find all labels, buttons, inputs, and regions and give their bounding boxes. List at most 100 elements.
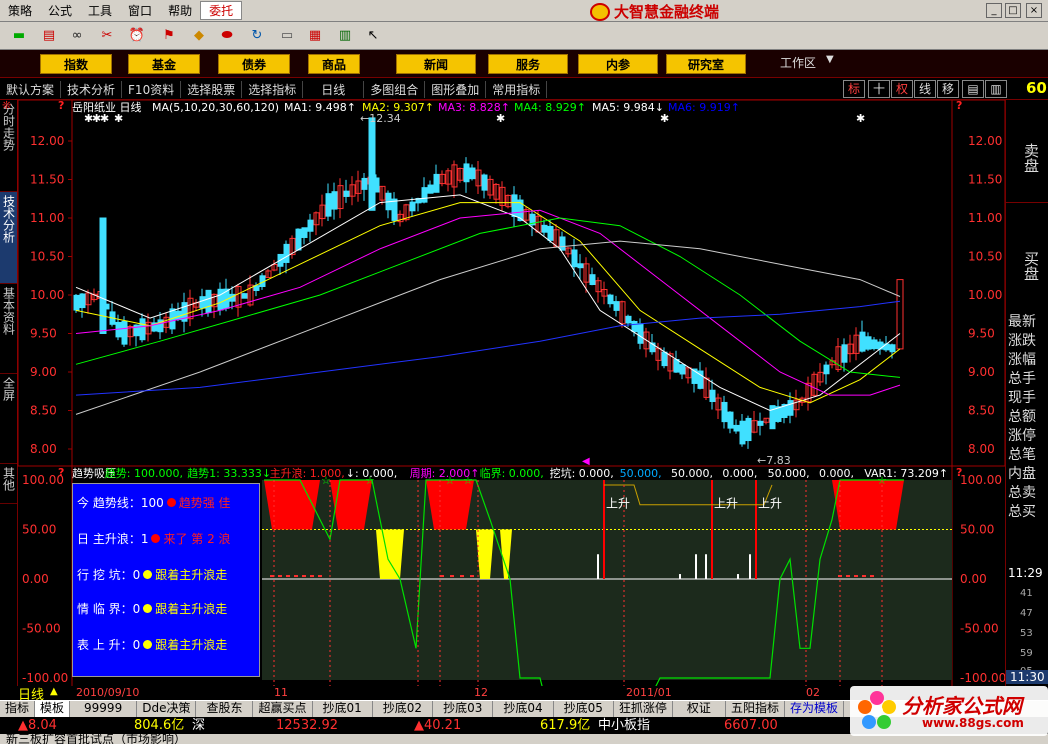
sync-icon[interactable]: ↻ [246,26,268,46]
diamond-icon[interactable]: ◆ [188,26,210,46]
watermark-title: 分析家公式网 [902,694,1022,718]
indicator-help-icon[interactable]: ? [58,466,64,479]
nav-service[interactable]: 服务 [488,54,568,74]
period-triangle-icon[interactable]: ▲ [50,686,58,697]
status-dot-icon [143,640,153,649]
tab-template[interactable]: 模板 [35,701,71,717]
menu-tools[interactable]: 工具 [80,2,120,19]
candle-body [409,201,416,212]
notepad-icon[interactable]: ▭ [276,26,298,46]
flag-up-icon[interactable]: ⚑ [158,26,180,46]
workzone-dropdown-icon[interactable]: ▼ [826,54,834,65]
tab-bottom05[interactable]: 抄底05 [554,701,614,717]
tab-99999[interactable]: 99999 [70,701,138,717]
option-select-stock[interactable]: 选择股票 [181,80,243,98]
menu-entrust[interactable]: 委托 [200,1,243,20]
panel-toggle-icon[interactable]: ▥ [985,80,1007,98]
tab-warrant[interactable]: 权证 [673,701,726,717]
help-question-icon[interactable]: ? [58,100,64,112]
option-period[interactable]: 日线 [303,80,365,98]
right-quote-panel: 卖盘 买盘 最新 涨跌 涨幅 总手 现手 总额 涨停 总笔 内盘 总卖 总买 1… [1005,100,1048,686]
tab-bottom04[interactable]: 抄底04 [493,701,554,717]
buy-book-label[interactable]: 买盘 [1012,226,1042,306]
tab-bottom03[interactable]: 抄底03 [433,701,494,717]
tag-rights[interactable]: 权 [891,80,913,98]
tag-cross[interactable]: 十 [868,80,890,98]
tab-buy-point[interactable]: 超赢买点 [253,701,313,717]
menu-window[interactable]: 窗口 [120,2,160,19]
candle-body [727,411,734,429]
options-bar: 默认方案 技术分析 F10资料 选择股票 选择指标 日线 多图组合 图形叠加 常… [0,79,1048,100]
price-tick: 8.00 [30,442,57,456]
candle-body [625,315,632,324]
nav-bar: 指数 基金 债券 商品 新闻 服务 内参 研究室 工作区 ▼ [0,50,1048,78]
price-tick: 10.00 [968,288,1002,302]
indicator-info-panel: 今 趋势线：100 趋势强 佳 日 主升浪：1 来了 第 2 浪 行 挖 坑：0 跟着… [72,483,260,677]
tab-shareholder[interactable]: 查股东 [196,701,254,717]
minimize-button[interactable]: _ [986,3,1002,18]
quote-inner: 内盘 [1008,466,1036,482]
quote-sme-name[interactable]: 中小板指 [598,717,650,734]
tab-indicator[interactable]: 指标 [0,701,36,717]
tick-bar [318,575,322,578]
price-tick: 9.00 [30,365,57,379]
candle-body [331,191,338,210]
quote-sh-change: ▲8.04 [18,718,57,733]
nav-commodity[interactable]: 商品 [308,54,360,74]
option-common-indicator[interactable]: 常用指标 [486,80,548,98]
help-question-right-icon[interactable]: ? [956,100,962,112]
binoculars-icon[interactable]: ∞ [66,26,88,46]
tag-mark[interactable]: 标 [843,80,865,98]
nav-fund[interactable]: 基金 [128,54,200,74]
option-select-indicator[interactable]: 选择指标 [242,80,304,98]
tab-save-template[interactable]: 存为模板 [785,701,844,717]
tab-five-yang[interactable]: 五阳指标 [726,701,785,717]
book-icon[interactable]: ▤ [38,26,60,46]
indicator-help-right-icon[interactable]: ? [956,466,962,479]
workzone-label[interactable]: 工作区 [780,54,816,71]
price-tick: 11.50 [30,173,64,187]
tools-icon[interactable]: ✂ [96,26,118,46]
tab-dde[interactable]: Dde决策 [137,701,197,717]
option-default-scheme[interactable]: 默认方案 [0,80,62,98]
calendar-icon[interactable]: ▦ [304,26,326,46]
maximize-button[interactable]: □ [1005,3,1021,18]
layout-icon[interactable]: ▤ [962,80,984,98]
nav-index[interactable]: 指数 [40,54,112,74]
menu-help[interactable]: 帮助 [160,2,200,19]
info-status-wave: 来了 第 2 浪 [163,532,231,546]
tab-bottom02[interactable]: 抄底02 [373,701,434,717]
price-tick: 10.50 [30,250,64,264]
tag-line[interactable]: 线 [914,80,936,98]
candle-body [841,344,848,363]
nav-news[interactable]: 新闻 [396,54,476,74]
flag-icon[interactable]: ▬ [8,26,30,46]
tab-bottom01[interactable]: 抄底01 [313,701,373,717]
date-label: 02 [806,686,820,699]
nav-research[interactable]: 研究室 [666,54,746,74]
option-f10[interactable]: F10资料 [122,80,182,98]
candle-body [787,400,794,416]
candle-body [709,389,716,403]
alarm-icon[interactable]: ⏰ [126,26,148,46]
tag-move[interactable]: 移 [937,80,959,98]
sell-book-label[interactable]: 卖盘 [1012,118,1042,198]
candle-body [889,344,896,353]
close-button[interactable]: × [1026,3,1042,18]
tick-bar [450,575,454,578]
option-multi-chart[interactable]: 多图组合 [364,80,426,98]
option-overlay[interactable]: 图形叠加 [425,80,487,98]
quote-sz-name[interactable]: 深 [192,717,205,734]
rise-label: 上升 [606,497,630,511]
books-icon[interactable]: ▥ [334,26,356,46]
pill-icon[interactable]: ⬬ [216,26,238,46]
cursor-help-icon[interactable]: ↖ [362,26,384,46]
menu-formula[interactable]: 公式 [40,2,80,19]
nav-bond[interactable]: 债券 [218,54,290,74]
nav-reference[interactable]: 内参 [578,54,658,74]
option-tech-analysis[interactable]: 技术分析 [61,80,123,98]
menu-strategy[interactable]: 策略 [0,2,40,19]
tab-limit-up[interactable]: 狂抓涨停 [614,701,673,717]
info-row-critical: 情 临 界：0 跟着主升浪走 [77,600,227,617]
candle-body [571,249,578,268]
